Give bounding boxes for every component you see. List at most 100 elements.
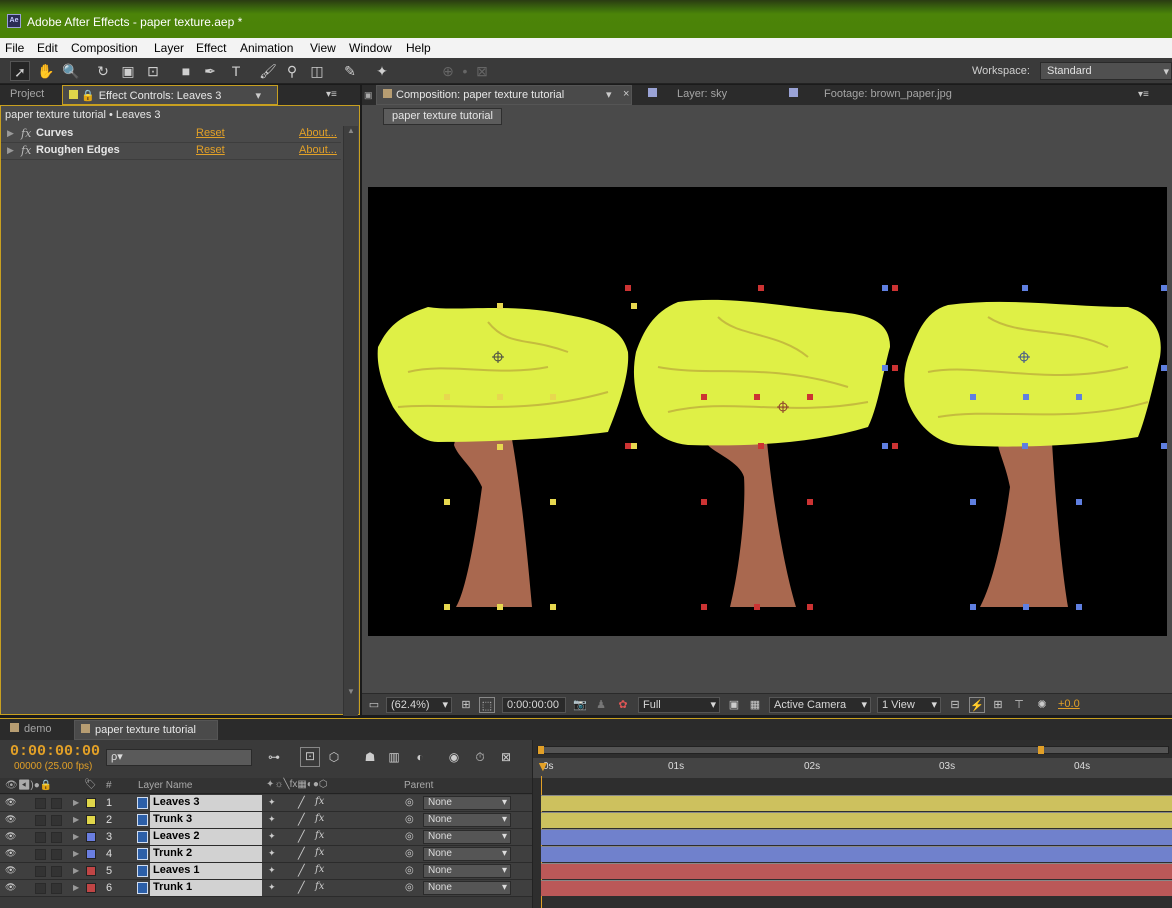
layer-duration-bar[interactable] — [541, 812, 1172, 828]
mask-visibility-icon[interactable]: ⬚ — [479, 697, 495, 713]
solo-toggle[interactable] — [35, 849, 46, 860]
scroll-down-icon[interactable]: ▼ — [347, 687, 355, 696]
layer-label-color[interactable] — [86, 798, 96, 808]
column-layer-name[interactable]: Layer Name — [138, 780, 192, 791]
brainstorm-icon[interactable]: ◉ — [446, 749, 462, 765]
fx-icon[interactable]: fx — [21, 144, 31, 157]
tab-demo[interactable]: demo — [4, 720, 58, 740]
time-ruler[interactable]: 0s 01s 02s 03s 04s — [533, 758, 1172, 778]
quality-switch-icon[interactable]: ╱ — [298, 864, 305, 877]
hand-tool-icon[interactable]: ✋ — [36, 61, 56, 81]
motion-blur-icon[interactable]: ◐ — [412, 749, 428, 765]
pen-tool-icon[interactable]: ✒ — [200, 61, 220, 81]
brush-tool-icon[interactable]: 🖌 — [258, 61, 278, 81]
tab-effect-controls[interactable]: 🔒Effect Controls: Leaves 3 ▾ — [62, 85, 278, 105]
layer-name[interactable]: Leaves 3 — [150, 795, 262, 811]
layer-label-color[interactable] — [86, 866, 96, 876]
view-layout-dropdown[interactable]: 1 View▾ — [877, 697, 941, 713]
parent-pickwhip-icon[interactable]: ◎ — [405, 882, 414, 893]
fast-previews-icon[interactable]: ⚡ — [969, 697, 985, 713]
layer-duration-bar[interactable] — [541, 863, 1172, 879]
layer-name[interactable]: Trunk 2 — [150, 846, 262, 862]
channel-rgb-icon[interactable]: ✿ — [615, 697, 631, 713]
parent-dropdown[interactable]: None▾ — [423, 830, 511, 844]
draft-3d-icon[interactable]: ⬡ — [326, 749, 342, 765]
mini-flowchart-icon[interactable]: ⊶ — [266, 749, 282, 765]
expand-triangle-icon[interactable]: ▶ — [73, 849, 79, 858]
menu-layer[interactable]: Layer — [154, 41, 184, 55]
shy-switch-icon[interactable]: ✦ — [268, 814, 276, 825]
layer-duration-bar[interactable] — [541, 829, 1172, 845]
lock-toggle[interactable] — [51, 815, 62, 826]
current-time-display[interactable]: 0:00:00:00 — [10, 743, 100, 760]
parent-pickwhip-icon[interactable]: ◎ — [405, 797, 414, 808]
chevron-down-icon[interactable]: ▾ — [606, 88, 612, 101]
shy-switch-icon[interactable]: ✦ — [268, 865, 276, 876]
playhead-icon[interactable]: ▼ — [536, 758, 548, 774]
work-area-start-handle[interactable] — [538, 746, 544, 754]
layer-row[interactable]: 👁 ▶ 2 Trunk 3 ✦╱fx ◎ None▾ — [0, 812, 532, 829]
timeline-search-input[interactable]: ρ▾ — [106, 749, 252, 766]
solo-toggle[interactable] — [35, 832, 46, 843]
composition-viewer[interactable] — [368, 187, 1167, 636]
tab-project[interactable]: Project — [4, 85, 50, 105]
lock-toggle[interactable] — [51, 866, 62, 877]
shy-switch-icon[interactable]: ✦ — [268, 797, 276, 808]
layer-label-color[interactable] — [86, 832, 96, 842]
reset-link[interactable]: Reset — [196, 144, 225, 156]
region-of-interest-icon[interactable]: ▣ — [726, 697, 742, 713]
tab-composition[interactable]: Composition: paper texture tutorial ▾ × — [376, 85, 632, 105]
timeline-icon[interactable]: ⊞ — [990, 697, 1006, 713]
magnification-dropdown[interactable]: (62.4%)▾ — [386, 697, 452, 713]
fx-icon[interactable]: fx — [21, 127, 31, 140]
view-axis-icon[interactable]: ⊠ — [472, 61, 492, 81]
current-time-field[interactable]: 0:00:00:00 — [502, 697, 566, 713]
lock-toggle[interactable] — [51, 832, 62, 843]
composition-navigator-button[interactable]: paper texture tutorial — [383, 108, 502, 125]
menu-composition[interactable]: Composition — [71, 41, 138, 55]
fx-switch-icon[interactable]: fx — [315, 864, 324, 875]
fx-switch-icon[interactable]: fx — [315, 881, 324, 892]
quality-switch-icon[interactable]: ╱ — [298, 830, 305, 843]
workspace-dropdown[interactable]: Standard▾ — [1040, 62, 1172, 80]
solo-toggle[interactable] — [35, 798, 46, 809]
selection-tool-icon[interactable]: ➚ — [10, 61, 30, 81]
parent-dropdown[interactable]: None▾ — [423, 847, 511, 861]
close-icon[interactable]: × — [623, 88, 629, 100]
layer-name[interactable]: Trunk 3 — [150, 812, 262, 828]
puppet-pin-tool-icon[interactable]: ✦ — [372, 61, 392, 81]
lock-toggle[interactable] — [51, 849, 62, 860]
quality-switch-icon[interactable]: ╱ — [298, 881, 305, 894]
live-update-icon[interactable]: ⊡ — [300, 747, 320, 767]
rectangle-tool-icon[interactable]: ■ — [176, 61, 196, 81]
solo-toggle[interactable] — [35, 815, 46, 826]
graph-editor-icon[interactable]: ⊠ — [498, 749, 514, 765]
panel-grip-icon[interactable]: ▣ — [364, 90, 373, 101]
fx-switch-icon[interactable]: fx — [315, 796, 324, 807]
expand-triangle-icon[interactable]: ▶ — [7, 145, 14, 156]
expand-triangle-icon[interactable]: ▶ — [73, 815, 79, 824]
roto-brush-tool-icon[interactable]: ✎ — [340, 61, 360, 81]
reset-link[interactable]: Reset — [196, 127, 225, 139]
zoom-tool-icon[interactable]: 🔍 — [61, 61, 81, 81]
fx-switch-icon[interactable]: fx — [315, 813, 324, 824]
scroll-up-icon[interactable]: ▲ — [347, 126, 355, 135]
menu-view[interactable]: View — [310, 41, 336, 55]
parent-pickwhip-icon[interactable]: ◎ — [405, 831, 414, 842]
snapshot-camera-icon[interactable]: 📷 — [572, 697, 588, 713]
visibility-eye-icon[interactable]: 👁 — [5, 865, 16, 876]
parent-dropdown[interactable]: None▾ — [423, 796, 511, 810]
resolution-dropdown[interactable]: Full▾ — [638, 697, 720, 713]
panel-menu-icon[interactable]: ▾≡ — [1138, 89, 1149, 100]
layer-label-color[interactable] — [86, 849, 96, 859]
type-tool-icon[interactable]: T — [226, 61, 246, 81]
menu-window[interactable]: Window — [349, 41, 392, 55]
auto-keyframe-icon[interactable]: ⏱ — [472, 749, 488, 765]
about-link[interactable]: About... — [299, 127, 337, 139]
parent-pickwhip-icon[interactable]: ◎ — [405, 848, 414, 859]
menu-effect[interactable]: Effect — [196, 41, 226, 55]
shy-switch-icon[interactable]: ✦ — [268, 831, 276, 842]
layer-label-color[interactable] — [86, 815, 96, 825]
frame-blending-icon[interactable]: ▥ — [386, 749, 402, 765]
quality-switch-icon[interactable]: ╱ — [298, 796, 305, 809]
